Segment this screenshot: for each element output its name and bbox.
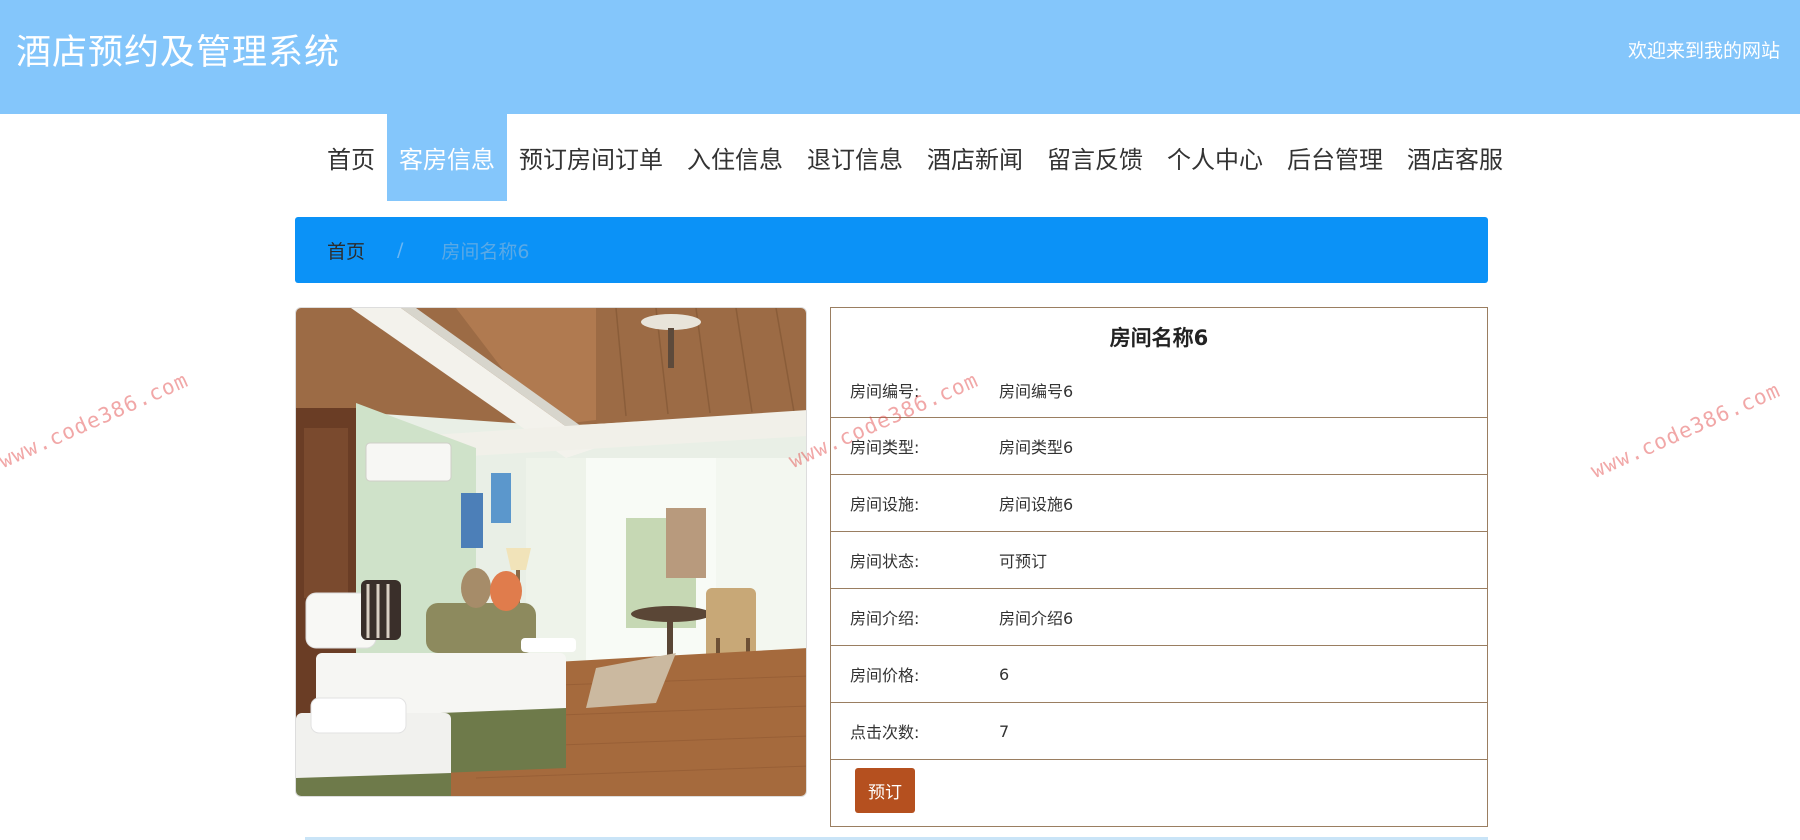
detail-row-room-facilities: 房间设施: 房间设施6: [831, 474, 1487, 531]
breadcrumb-current: 房间名称6: [441, 240, 530, 263]
nav-item-check-in[interactable]: 入住信息: [675, 114, 795, 201]
row-value: 可预订: [999, 552, 1048, 571]
welcome-text: 欢迎来到我的网站: [1627, 40, 1780, 62]
watermark-right: www.code386.com: [1587, 377, 1784, 483]
nav-item-admin[interactable]: 后台管理: [1275, 114, 1395, 201]
watermark-left: www.code386.com: [0, 367, 192, 473]
breadcrumb-separator: /: [397, 239, 404, 261]
nav-item-hotel-news[interactable]: 酒店新闻: [915, 114, 1035, 201]
row-value: 房间介绍6: [999, 609, 1074, 628]
nav-item-feedback[interactable]: 留言反馈: [1035, 114, 1155, 201]
room-name-heading: 房间名称6: [1109, 325, 1209, 350]
detail-row-room-number: 房间编号: 房间编号6: [831, 363, 1487, 417]
detail-row-room-intro: 房间介绍: 房间介绍6: [831, 588, 1487, 645]
row-label: 房间价格:: [850, 666, 920, 685]
detail-row-room-type: 房间类型: 房间类型6: [831, 417, 1487, 474]
detail-row-room-price: 房间价格: 6: [831, 645, 1487, 702]
detail-actions: 预订: [831, 759, 1487, 821]
row-label: 房间类型:: [850, 438, 920, 457]
nav-item-cancellations[interactable]: 退订信息: [795, 114, 915, 201]
row-label: 房间编号:: [850, 382, 920, 401]
site-header: 酒店预约及管理系统 欢迎来到我的网站: [0, 0, 1800, 114]
nav-item-customer-service[interactable]: 酒店客服: [1395, 114, 1515, 201]
room-photo: [295, 307, 807, 797]
row-label: 点击次数:: [850, 723, 920, 742]
nav-item-rooms[interactable]: 客房信息: [387, 114, 507, 201]
detail-row-click-count: 点击次数: 7: [831, 702, 1487, 759]
row-value: 6: [999, 664, 1010, 684]
row-label: 房间状态:: [850, 552, 920, 571]
book-button[interactable]: 预订: [855, 768, 915, 813]
detail-row-room-status: 房间状态: 可预订: [831, 531, 1487, 588]
row-value: 7: [999, 721, 1010, 741]
nav-item-booking-orders[interactable]: 预订房间订单: [507, 114, 675, 201]
breadcrumb-home-link[interactable]: 首页: [327, 237, 365, 264]
row-value: 房间编号6: [999, 382, 1074, 401]
row-label: 房间设施:: [850, 495, 920, 514]
main-nav: 首页 客房信息 预订房间订单 入住信息 退订信息 酒店新闻 留言反馈 个人中心 …: [0, 114, 1800, 201]
nav-item-home[interactable]: 首页: [315, 114, 387, 201]
row-label: 房间介绍:: [850, 609, 920, 628]
site-title: 酒店预约及管理系统: [16, 33, 341, 73]
row-value: 房间设施6: [999, 495, 1074, 514]
room-detail-table: 房间名称6 房间编号: 房间编号6 房间类型: 房间类型6 房间设施: 房间设施…: [830, 307, 1488, 827]
nav-item-personal-center[interactable]: 个人中心: [1155, 114, 1275, 201]
breadcrumb: 首页 / 房间名称6: [295, 217, 1488, 283]
row-value: 房间类型6: [999, 438, 1074, 457]
